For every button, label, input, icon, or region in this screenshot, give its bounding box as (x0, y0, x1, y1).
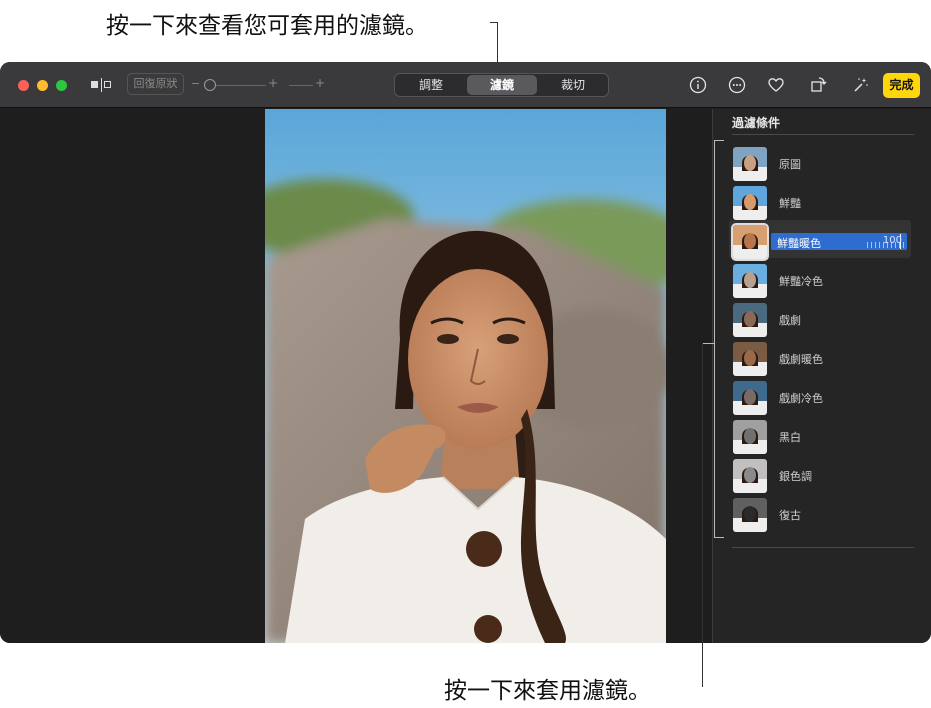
bracket-bottom (714, 537, 724, 538)
filter-thumbnail (733, 342, 767, 376)
filter-item[interactable]: 戲劇暖色 (731, 341, 913, 377)
zoom-window-button[interactable] (56, 80, 67, 91)
close-window-button[interactable] (18, 80, 29, 91)
filter-item[interactable]: 戲劇 (731, 302, 913, 338)
filter-item[interactable]: 銀色調 (731, 458, 913, 494)
filter-thumbnail (733, 381, 767, 415)
filters-sidebar: 過濾條件 原圖鮮豔鮮豔暖色 100 鮮豔冷色戲劇戲劇暖色戲劇冷色黑白銀色調復古 (712, 109, 931, 643)
filter-intensity-slider[interactable]: 鮮豔暖色 100 (771, 233, 907, 250)
filter-item[interactable]: 鮮豔冷色 (731, 263, 913, 299)
filter-thumbnail (733, 459, 767, 493)
secondary-plus-icon: + (315, 76, 326, 90)
bracket-vertical (714, 140, 715, 538)
filter-label: 黑白 (779, 431, 801, 444)
tab-filters[interactable]: 濾鏡 (467, 75, 537, 95)
filter-item[interactable]: 戲劇冷色 (731, 380, 913, 416)
bracket-mid (702, 343, 715, 344)
callout-apply-filter: 按一下來套用濾鏡。 (444, 678, 651, 704)
photos-edit-window: 回復原狀 − + + 調整 濾鏡 裁切 完成 過濾條件 原圖 鮮豔 鮮豔暖色 1… (0, 62, 931, 643)
more-icon[interactable] (727, 75, 747, 95)
filter-label: 鮮豔 (779, 197, 801, 210)
zoom-plus-icon: + (268, 76, 279, 90)
filter-item[interactable]: 原圖 (731, 146, 913, 182)
tab-adjust[interactable]: 調整 (396, 75, 466, 95)
filter-thumbnail (733, 147, 767, 181)
secondary-slider-track[interactable] (289, 85, 313, 86)
filter-thumbnail (733, 264, 767, 298)
edit-mode-segmented-control: 調整 濾鏡 裁切 (394, 73, 609, 97)
callout-view-filters: 按一下來查看您可套用的濾鏡。 (106, 13, 428, 39)
filter-item[interactable]: 黑白 (731, 419, 913, 455)
filter-thumbnail (733, 420, 767, 454)
portrait-photo (265, 109, 666, 643)
filter-label: 戲劇 (779, 314, 801, 327)
filter-intensity-value: 100 (882, 235, 902, 246)
sidebar-divider-bottom (732, 547, 914, 548)
filter-label: 復古 (779, 509, 801, 522)
minimize-window-button[interactable] (37, 80, 48, 91)
zoom-minus-icon: − (191, 77, 201, 90)
filter-label: 戲劇冷色 (779, 392, 823, 405)
callout-top-line (497, 22, 498, 62)
filter-label: 原圖 (779, 158, 801, 171)
info-icon[interactable] (688, 75, 708, 95)
sidebar-title: 過濾條件 (732, 116, 781, 130)
magic-wand-icon[interactable] (850, 75, 870, 95)
filter-item[interactable]: 復古 (731, 497, 913, 533)
rotate-icon[interactable] (808, 75, 828, 95)
filter-thumbnail (733, 303, 767, 337)
sidebar-divider (732, 134, 914, 135)
filter-thumbnail (733, 498, 767, 532)
filter-item[interactable]: 鮮豔 (731, 185, 913, 221)
toolbar: 回復原狀 − + + 調整 濾鏡 裁切 完成 (0, 62, 931, 108)
filter-label: 鮮豔暖色 (777, 237, 821, 250)
filter-thumbnail (731, 223, 769, 261)
filter-label: 戲劇暖色 (779, 353, 823, 366)
filter-item[interactable]: 鮮豔暖色 100 (731, 223, 913, 261)
filter-thumbnail (733, 186, 767, 220)
bracket-top (714, 140, 724, 141)
revert-button[interactable]: 回復原狀 (127, 73, 184, 95)
filter-label: 銀色調 (779, 470, 812, 483)
zoom-slider-knob[interactable] (204, 79, 216, 91)
tab-crop[interactable]: 裁切 (538, 75, 608, 95)
callout-top-line-hook (490, 22, 498, 23)
callout-bottom-line (702, 343, 703, 687)
heart-icon[interactable] (766, 75, 786, 95)
filter-label: 鮮豔冷色 (779, 275, 823, 288)
done-button[interactable]: 完成 (883, 73, 920, 98)
compare-icon[interactable] (91, 78, 113, 92)
